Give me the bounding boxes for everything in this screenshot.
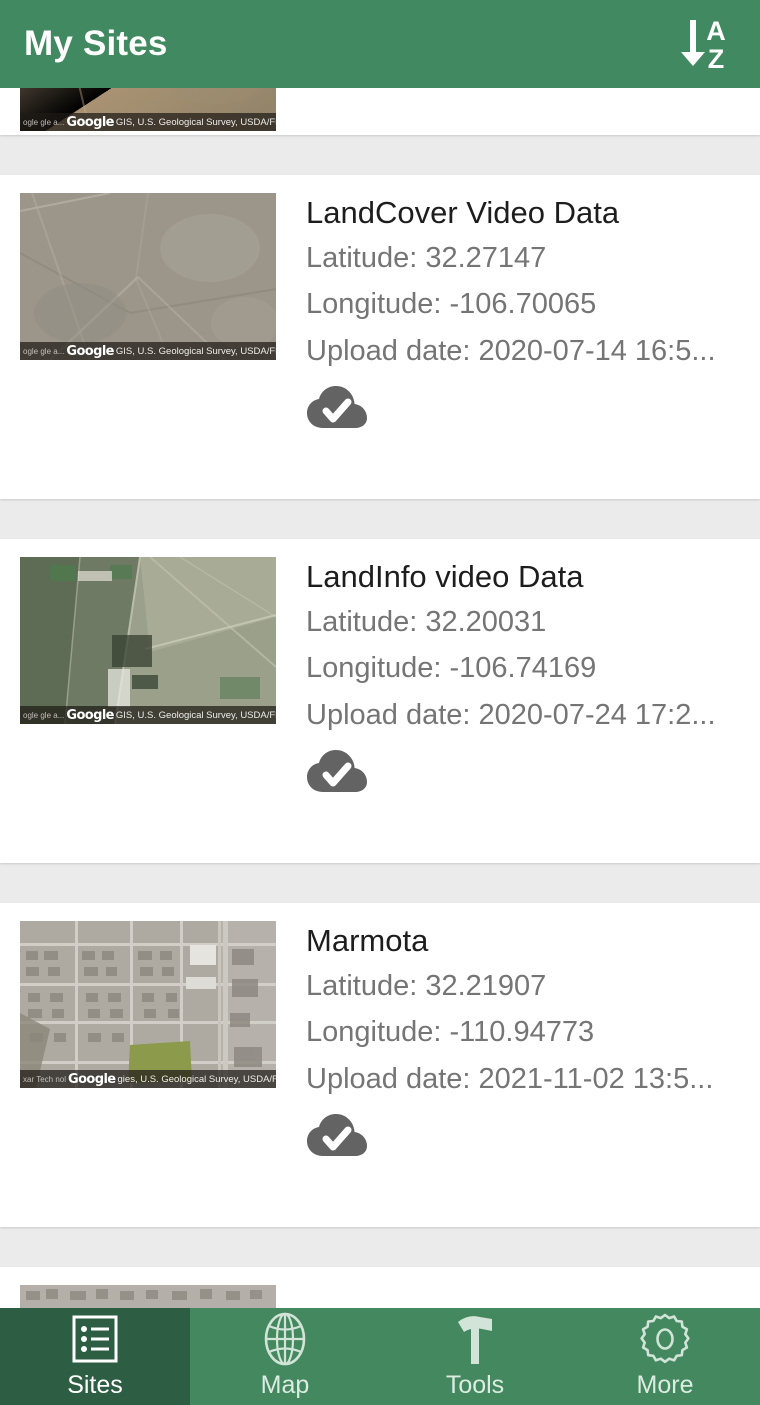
attribution-prefix: ogle gle a... <box>23 117 65 127</box>
globe-icon <box>258 1312 312 1366</box>
site-info: Marmota Latitude: 32.21907 Longitude: -1… <box>276 921 760 1227</box>
google-logo: Google <box>66 343 114 359</box>
cloud-check-icon <box>307 1113 367 1156</box>
nav-label-tools: Tools <box>445 1371 505 1399</box>
list-item[interactable]: xar Tech nol Google gies, U.S. Geologica… <box>0 903 760 1227</box>
nav-item-tools[interactable]: Tools <box>380 1308 570 1405</box>
site-info: LandCover Video Data Latitude: 32.27147 … <box>276 193 760 499</box>
attribution-prefix: ogle gle a... <box>23 346 65 356</box>
site-latitude: Latitude: 32.27147 <box>306 242 547 275</box>
card-spacer <box>306 88 750 135</box>
nav-item-more[interactable]: More <box>570 1308 760 1405</box>
site-longitude: Longitude: -106.70065 <box>306 288 597 321</box>
sync-status-row <box>306 738 750 807</box>
sites-list[interactable]: ogle gle a... Google GIS, U.S. Geologica… <box>0 88 760 1308</box>
card-spacer <box>306 1171 750 1227</box>
sync-status-row <box>306 1102 750 1171</box>
map-attribution: ogle gle a... Google GIS, U.S. Geologica… <box>20 342 276 361</box>
my-sites-screen: My Sites A Z ogle gle a... Google GIS, U… <box>0 0 760 1405</box>
site-longitude: Longitude: -110.94773 <box>306 1016 595 1049</box>
site-upload-date: Upload date: 2020-07-24 17:2... <box>306 698 716 731</box>
site-thumbnail-wrap <box>20 1284 276 1308</box>
card-spacer <box>306 443 750 499</box>
list-item[interactable]: ogle gle a... Google GIS, U.S. Geologica… <box>0 175 760 500</box>
site-name: Marmota <box>306 923 429 959</box>
satellite-image-urban <box>20 921 276 1089</box>
nav-label-sites: Sites <box>67 1371 123 1399</box>
site-latitude: Latitude: 32.21907 <box>306 969 547 1002</box>
attribution-source: GIS, U.S. Geological Survey, USDA/FPAC/G… <box>115 116 276 128</box>
satellite-image-farmland <box>20 557 276 725</box>
list-icon <box>70 1313 120 1365</box>
site-thumbnail[interactable]: xar Tech nol Google gies, U.S. Geologica… <box>20 921 276 1089</box>
nav-label-more: More <box>636 1371 694 1399</box>
site-longitude: Longitude: -106.74169 <box>306 652 597 685</box>
site-info: LandInfo video Data Latitude: 32.20031 L… <box>276 557 760 863</box>
hammer-icon <box>448 1313 502 1365</box>
site-upload-date: Upload date: 2020-07-14 16:5... <box>306 334 716 367</box>
list-item[interactable] <box>0 1266 760 1308</box>
map-attribution: ogle gle a... Google GIS, U.S. Geologica… <box>20 113 276 131</box>
site-thumbnail-wrap: ogle gle a... Google GIS, U.S. Geologica… <box>20 88 276 135</box>
site-name: LandCover Video Data <box>306 195 620 231</box>
site-thumbnail[interactable]: ogle gle a... Google GIS, U.S. Geologica… <box>20 557 276 725</box>
attribution-source: GIS, U.S. Geological Survey, USDA/FPAC/G… <box>115 709 276 721</box>
satellite-image-terrain <box>20 193 276 361</box>
nav-label-map: Map <box>260 1371 310 1399</box>
nav-item-map[interactable]: Map <box>190 1308 380 1405</box>
card-spacer <box>306 807 750 863</box>
site-thumbnail-wrap: xar Tech nol Google gies, U.S. Geologica… <box>20 921 276 1227</box>
site-thumbnail-wrap: ogle gle a... Google GIS, U.S. Geologica… <box>20 557 276 863</box>
site-thumbnail[interactable]: ogle gle a... Google GIS, U.S. Geologica… <box>20 193 276 361</box>
google-logo: Google <box>68 1071 116 1087</box>
site-name: LandInfo video Data <box>306 559 584 595</box>
list-item[interactable]: ogle gle a... Google GIS, U.S. Geologica… <box>0 88 760 136</box>
cloud-check-icon <box>307 750 367 793</box>
nav-item-sites[interactable]: Sites <box>0 1308 190 1405</box>
gear-icon <box>638 1313 692 1365</box>
sort-az-button[interactable]: A Z <box>672 11 738 77</box>
map-attribution: ogle gle a... Google GIS, U.S. Geologica… <box>20 706 276 725</box>
site-thumbnail[interactable]: ogle gle a... Google GIS, U.S. Geologica… <box>20 88 276 131</box>
list-item[interactable]: ogle gle a... Google GIS, U.S. Geologica… <box>0 539 760 864</box>
google-logo: Google <box>66 707 114 723</box>
attribution-source: GIS, U.S. Geological Survey, USDA/FPAC/G… <box>115 345 276 357</box>
site-thumbnail-wrap: ogle gle a... Google GIS, U.S. Geologica… <box>20 193 276 499</box>
sort-letter-z: Z <box>708 44 725 74</box>
site-info: Upload date: 2020-03-04 21:2... <box>276 88 760 135</box>
app-bar: My Sites A Z <box>0 0 760 88</box>
satellite-image-urban <box>20 1284 276 1308</box>
sync-status-row <box>306 374 750 443</box>
sort-letter-a: A <box>706 16 726 46</box>
bottom-navigation: Sites Map Tools More <box>0 1308 760 1405</box>
page-title: My Sites <box>24 24 168 63</box>
site-latitude: Latitude: 32.20031 <box>306 605 547 638</box>
attribution-prefix: ogle gle a... <box>23 710 65 720</box>
site-thumbnail[interactable] <box>20 1284 276 1308</box>
attribution-prefix: xar Tech nol <box>23 1074 66 1084</box>
sort-alpha-descending-icon: A Z <box>681 16 726 74</box>
attribution-source: gies, U.S. Geological Survey, USDA/FPAC/… <box>117 1073 276 1085</box>
site-upload-date: Upload date: 2021-11-02 13:5... <box>306 1062 714 1095</box>
site-info <box>276 1285 760 1308</box>
google-logo: Google <box>66 114 114 130</box>
cloud-check-icon <box>307 386 367 429</box>
map-attribution: xar Tech nol Google gies, U.S. Geologica… <box>20 1070 276 1089</box>
